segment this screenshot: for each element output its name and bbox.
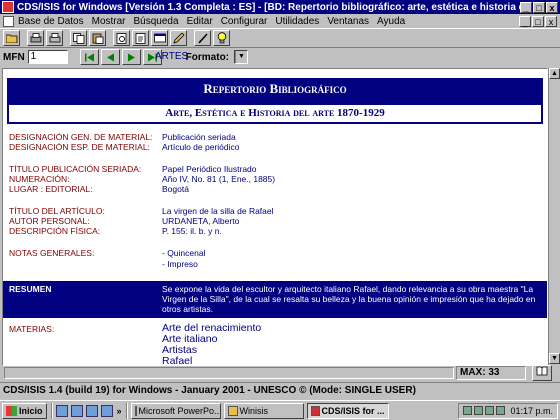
field-label: DESCRIPCIÓN FÍSICA: [9,226,101,236]
task-label: Microsoft PowerPo... [138,405,221,416]
print-setup-icon[interactable] [46,30,63,46]
window-title: CDS/ISIS for Windows [Versión 1.3 Comple… [17,1,520,13]
record-display[interactable]: Repertorio Bibliográfico Arte, Estética … [2,68,548,366]
edit-icon[interactable] [151,30,168,46]
status-bar: CDS/ISIS 1.4 (build 19) for Windows - Ja… [0,382,560,398]
field-label: NOTAS GENERALES: [9,248,95,258]
field-label: NUMERACIÓN: [9,174,70,184]
task-label: Winisis [239,405,269,416]
title-bar: CDS/ISIS for Windows [Versión 1.3 Comple… [0,0,560,14]
windows-logo-icon [6,405,17,416]
menu-ayuda[interactable]: Ayuda [377,16,405,27]
field-value: Papel Periódico Ilustrado [162,164,257,174]
record-header-subtitle: Arte, Estética e Historia del arte 1870-… [9,105,541,122]
doc-maximize-button[interactable]: □ [532,15,544,27]
scroll-up-icon[interactable]: ▲ [549,68,560,79]
maximize-button[interactable]: □ [533,1,545,13]
next-record-icon[interactable] [121,49,141,65]
menu-busqueda[interactable]: Búsqueda [134,16,179,27]
folder-icon [227,405,238,416]
close-button[interactable]: x [546,1,558,13]
field-value: P. 155: il. b. y n. [162,226,222,236]
chevron-down-icon[interactable]: ▼ [235,51,248,63]
field-value: - Impreso [162,259,198,269]
document-icon[interactable] [3,15,14,27]
menu-bar: Base de Datos Mostrar Búsqueda Editar Co… [0,14,560,28]
minimize-button[interactable]: _ [520,1,532,13]
task-label: CDS/ISIS for ... [321,405,385,416]
navigation-bar: MFN 1 Formato: ARTES ▼ [0,48,560,66]
system-tray: 01:17 p.m. [458,402,558,419]
field-value: Artículo de periódico [162,142,240,152]
doc-minimize-button[interactable]: _ [519,15,531,27]
menu-ventanas[interactable]: Ventanas [327,16,369,27]
record-header-title: Repertorio Bibliográfico [203,81,347,96]
scroll-down-icon[interactable]: ▼ [549,353,560,364]
field-label: AUTOR PERSONAL: [9,216,90,226]
tray-icon[interactable] [485,406,495,415]
copy-icon[interactable] [70,30,87,46]
record-slider[interactable] [4,367,454,379]
desktop-icon[interactable] [85,404,98,417]
internet-explorer-icon[interactable] [55,404,68,417]
taskbar: Inicio » Microsoft PowerPo... Winisis CD… [0,400,560,420]
resumen-text: Se expone la vida del escultor y arquite… [162,284,536,314]
quicklaunch-chevron[interactable]: » [117,406,122,416]
tray-icon[interactable] [463,406,473,415]
materia-item: Rafael [162,355,193,366]
field-label: LUGAR : EDITORIAL: [9,184,93,194]
task-button-powerpoint[interactable]: Microsoft PowerPo... [130,402,221,419]
speaker-icon[interactable] [496,406,506,415]
resumen-label: RESUMEN [9,284,52,294]
search-icon[interactable] [132,30,149,46]
materias-label: MATERIAS: [9,324,55,334]
menu-utilidades[interactable]: Utilidades [275,16,319,27]
format-select[interactable]: ARTES ▼ [155,50,249,64]
first-record-icon[interactable] [79,49,99,65]
field-value: Año IV, No. 81 (1, Ene., 1885) [162,174,276,184]
field-label: TÍTULO PUBLICACIÓN SERIADA: [9,164,142,174]
browse-icon[interactable] [113,30,130,46]
mfn-input[interactable]: 1 [27,50,68,64]
pencil-icon[interactable] [194,30,211,46]
field-value: La virgen de la silla de Rafael [162,206,274,216]
field-label: DESIGNACIÓN ESP. DE MATERIAL: [9,142,150,152]
previous-record-icon[interactable] [100,49,120,65]
lightbulb-icon[interactable] [213,30,230,46]
app-icon[interactable] [2,1,14,13]
book-icon[interactable] [532,365,552,381]
open-icon[interactable] [3,30,20,46]
field-value: - Quincenal [162,248,206,258]
menu-mostrar[interactable]: Mostrar [92,16,126,27]
task-button-cdsisis[interactable]: CDS/ISIS for ... [306,402,389,419]
powerpoint-icon [134,405,137,416]
field-value: Bogotá [162,184,189,194]
mfn-label: MFN [3,51,25,63]
max-records-label: MAX: 33 [456,366,526,380]
search-icon[interactable] [100,404,113,417]
resumen-block: RESUMEN Se expone la vida del escultor y… [3,281,547,318]
menu-configurar[interactable]: Configurar [221,16,268,27]
clock: 01:17 p.m. [510,405,553,416]
vertical-scrollbar[interactable]: ▲ ▼ [548,68,560,366]
cdsisis-icon [310,405,320,416]
print-icon[interactable] [27,30,44,46]
doc-close-button[interactable]: x [545,15,557,27]
field-value: Publicación seriada [162,132,236,142]
record-header: Repertorio Bibliográfico Arte, Estética … [7,78,543,124]
field-label: DESIGNACIÓN GEN. DE MATERIAL: [9,132,153,142]
outlook-icon[interactable] [70,404,83,417]
format-select-value: ARTES [155,51,189,62]
start-label: Inicio [19,405,43,416]
paste-icon[interactable] [89,30,106,46]
menu-base-de-datos[interactable]: Base de Datos [18,16,84,27]
field-label: TÍTULO DEL ARTÍCULO: [9,206,105,216]
field-value: URDANETA, Alberto [162,216,240,226]
menu-editar[interactable]: Editar [187,16,213,27]
toolbar [0,28,560,48]
task-button-winisis[interactable]: Winisis [223,402,304,419]
record-edit-icon[interactable] [170,30,187,46]
start-button[interactable]: Inicio [2,402,47,419]
tray-icon[interactable] [474,406,484,415]
